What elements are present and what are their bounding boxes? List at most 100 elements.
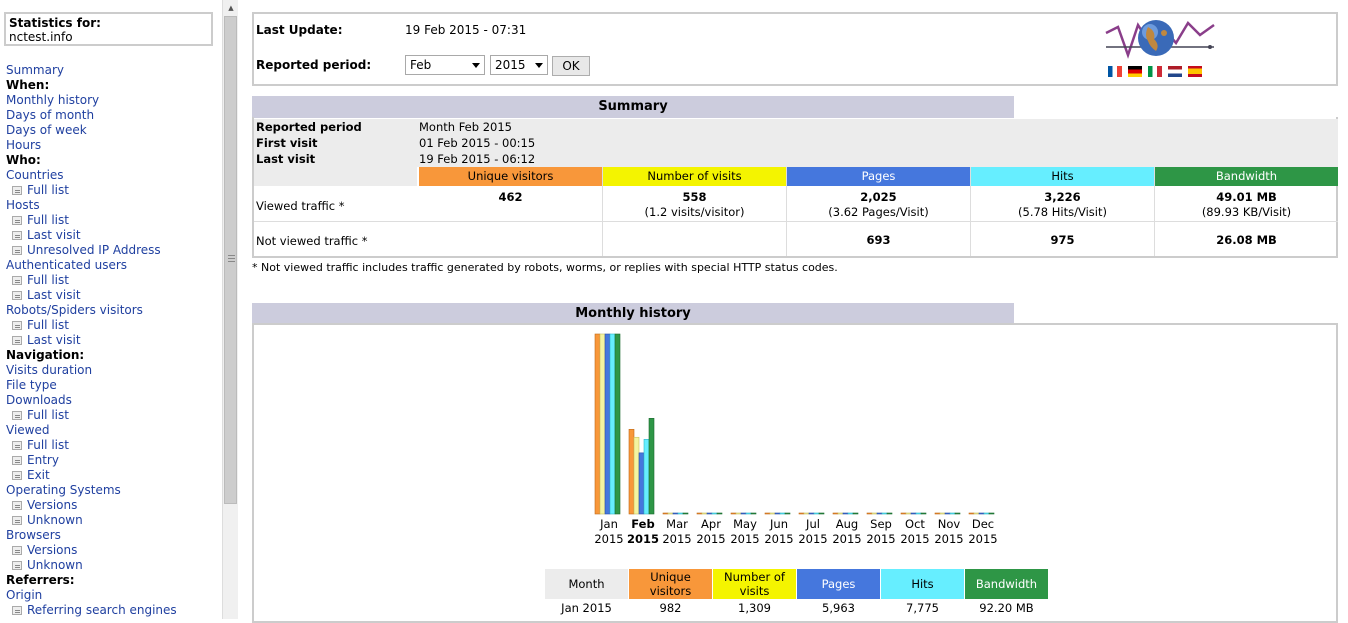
month-label-sep[interactable]: Sep 2015 xyxy=(864,517,898,547)
nav-label: Who: xyxy=(6,153,41,167)
nav-link-versions[interactable]: Versions xyxy=(6,498,220,513)
month-label-jan[interactable]: Jan 2015 xyxy=(592,517,626,547)
month-label-aug[interactable]: Aug 2015 xyxy=(830,517,864,547)
nav-link-full-list[interactable]: Full list xyxy=(6,318,220,333)
monthly-cell-hits: 7,775 xyxy=(906,601,939,615)
nav-link-full-list[interactable]: Full list xyxy=(6,438,220,453)
month-year: 2015 xyxy=(594,532,624,546)
monthly-cell-visitors: 982 xyxy=(659,601,682,615)
month-year: 2015 xyxy=(934,532,964,546)
nav-link-hosts[interactable]: Hosts xyxy=(6,198,220,213)
nav-link-entry[interactable]: Entry xyxy=(6,453,220,468)
bar-may-pages xyxy=(740,512,747,515)
month-label-jul[interactable]: Jul 2015 xyxy=(796,517,830,547)
nav-link-countries[interactable]: Countries xyxy=(6,168,220,183)
month-label-nov[interactable]: Nov 2015 xyxy=(932,517,966,547)
bar-mar-hits xyxy=(677,512,684,515)
nav-link-unknown[interactable]: Unknown xyxy=(6,513,220,528)
viewed-visitors: 462 xyxy=(419,190,602,205)
bar-sep-hits xyxy=(881,512,888,515)
nav-link-full-list[interactable]: Full list xyxy=(6,273,220,288)
nav-link-downloads[interactable]: Downloads xyxy=(6,393,220,408)
ok-button[interactable]: OK xyxy=(552,56,590,76)
nav-link-unresolved-ip-address[interactable]: Unresolved IP Address xyxy=(6,243,220,258)
nav-label: Hours xyxy=(6,138,42,152)
month-name: Oct xyxy=(905,517,925,531)
nav-label: Summary xyxy=(6,63,64,77)
summary-header-visitors: Unique visitors xyxy=(419,167,602,186)
month-label-mar[interactable]: Mar 2015 xyxy=(660,517,694,547)
bar-dec-pages xyxy=(978,512,985,515)
nav-link-browsers[interactable]: Browsers xyxy=(6,528,220,543)
nav-label: Origin xyxy=(6,588,43,602)
bar-apr-pages xyxy=(706,512,713,515)
nav-link-full-list[interactable]: Full list xyxy=(6,183,220,198)
spanish-flag-icon[interactable] xyxy=(1188,66,1202,77)
sidebar-nav: Summary When: Monthly history Days of month… xyxy=(6,63,220,618)
nav-label: When: xyxy=(6,78,50,92)
italian-flag-icon[interactable] xyxy=(1148,66,1162,77)
nav-link-full-list[interactable]: Full list xyxy=(6,213,220,228)
nav-link-last-visit[interactable]: Last visit xyxy=(6,228,220,243)
chevron-down-icon xyxy=(535,63,543,68)
nav-link-unknown[interactable]: Unknown xyxy=(6,558,220,573)
bar-may-unique-visitors xyxy=(730,512,737,515)
nav-label: Versions xyxy=(27,498,78,512)
nav-label: Visits duration xyxy=(6,363,93,377)
nav-label: Unknown xyxy=(27,558,83,572)
nav-link-monthly-history[interactable]: Monthly history xyxy=(6,93,220,108)
nav-link-operating-systems[interactable]: Operating Systems xyxy=(6,483,220,498)
month-label-oct[interactable]: Oct 2015 xyxy=(898,517,932,547)
dutch-flag-icon[interactable] xyxy=(1168,66,1182,77)
nav-link-robots-spiders-visitors[interactable]: Robots/Spiders visitors xyxy=(6,303,220,318)
month-year: 2015 xyxy=(696,532,726,546)
nav-link-hours[interactable]: Hours xyxy=(6,138,220,153)
sidebar-scrollbar[interactable]: ▲ xyxy=(222,0,238,619)
bar-jun-number-of-visits xyxy=(769,512,776,515)
scroll-up-arrow-icon[interactable]: ▲ xyxy=(223,0,239,16)
nav-link-origin[interactable]: Origin xyxy=(6,588,220,603)
month-label-may[interactable]: May 2015 xyxy=(728,517,762,547)
bar-jun-pages xyxy=(774,512,781,515)
bar-nov-bandwidth xyxy=(954,512,961,515)
nav-link-days-of-month[interactable]: Days of month xyxy=(6,108,220,123)
bar-oct-unique-visitors xyxy=(900,512,907,515)
nav-link-full-list[interactable]: Full list xyxy=(6,408,220,423)
nav-link-authenticated-users[interactable]: Authenticated users xyxy=(6,258,220,273)
bar-may-bandwidth xyxy=(750,512,757,515)
nav-link-last-visit[interactable]: Last visit xyxy=(6,333,220,348)
nav-link-last-visit[interactable]: Last visit xyxy=(6,288,220,303)
month-label-apr[interactable]: Apr 2015 xyxy=(694,517,728,547)
nav-link-file-type[interactable]: File type xyxy=(6,378,220,393)
scroll-thumb[interactable] xyxy=(224,16,237,504)
nav-label: Days of month xyxy=(6,108,95,122)
nav-link-visits-duration[interactable]: Visits duration xyxy=(6,363,220,378)
site-name: nctest.info xyxy=(9,30,73,44)
language-flags xyxy=(1108,66,1208,80)
viewed-visits-ratio: (1.2 visits/visitor) xyxy=(644,205,745,219)
nav-link-exit[interactable]: Exit xyxy=(6,468,220,483)
month-label-jun[interactable]: Jun 2015 xyxy=(762,517,796,547)
nav-label: Operating Systems xyxy=(6,483,121,497)
list-icon xyxy=(12,516,22,525)
nav-link-summary[interactable]: Summary xyxy=(6,63,220,78)
year-select[interactable]: 2015 xyxy=(490,55,548,75)
last-update-label: Last Update: xyxy=(256,23,343,37)
viewed-visits: 558 (1.2 visits/visitor) xyxy=(603,190,786,220)
monthly-history-title: Monthly history xyxy=(252,303,1014,325)
month-year: 2015 xyxy=(730,532,760,546)
month-label-dec[interactable]: Dec 2015 xyxy=(966,517,1000,547)
nav-link-days-of-week[interactable]: Days of week xyxy=(6,123,220,138)
month-select[interactable]: Feb xyxy=(405,55,485,75)
awstats-globe-logo-icon xyxy=(1105,20,1215,59)
nav-link-versions[interactable]: Versions xyxy=(6,543,220,558)
month-label-feb[interactable]: Feb 2015 xyxy=(626,517,660,547)
nav-label: Unknown xyxy=(27,513,83,527)
bar-oct-hits xyxy=(915,512,922,515)
viewed-bandwidth-ratio: (89.93 KB/Visit) xyxy=(1201,205,1292,219)
french-flag-icon[interactable] xyxy=(1108,66,1122,77)
nav-link-referring-search-engines[interactable]: Referring search engines xyxy=(6,603,220,618)
viewed-pages-value: 2,025 xyxy=(860,190,897,204)
german-flag-icon[interactable] xyxy=(1128,66,1142,77)
nav-link-viewed[interactable]: Viewed xyxy=(6,423,220,438)
